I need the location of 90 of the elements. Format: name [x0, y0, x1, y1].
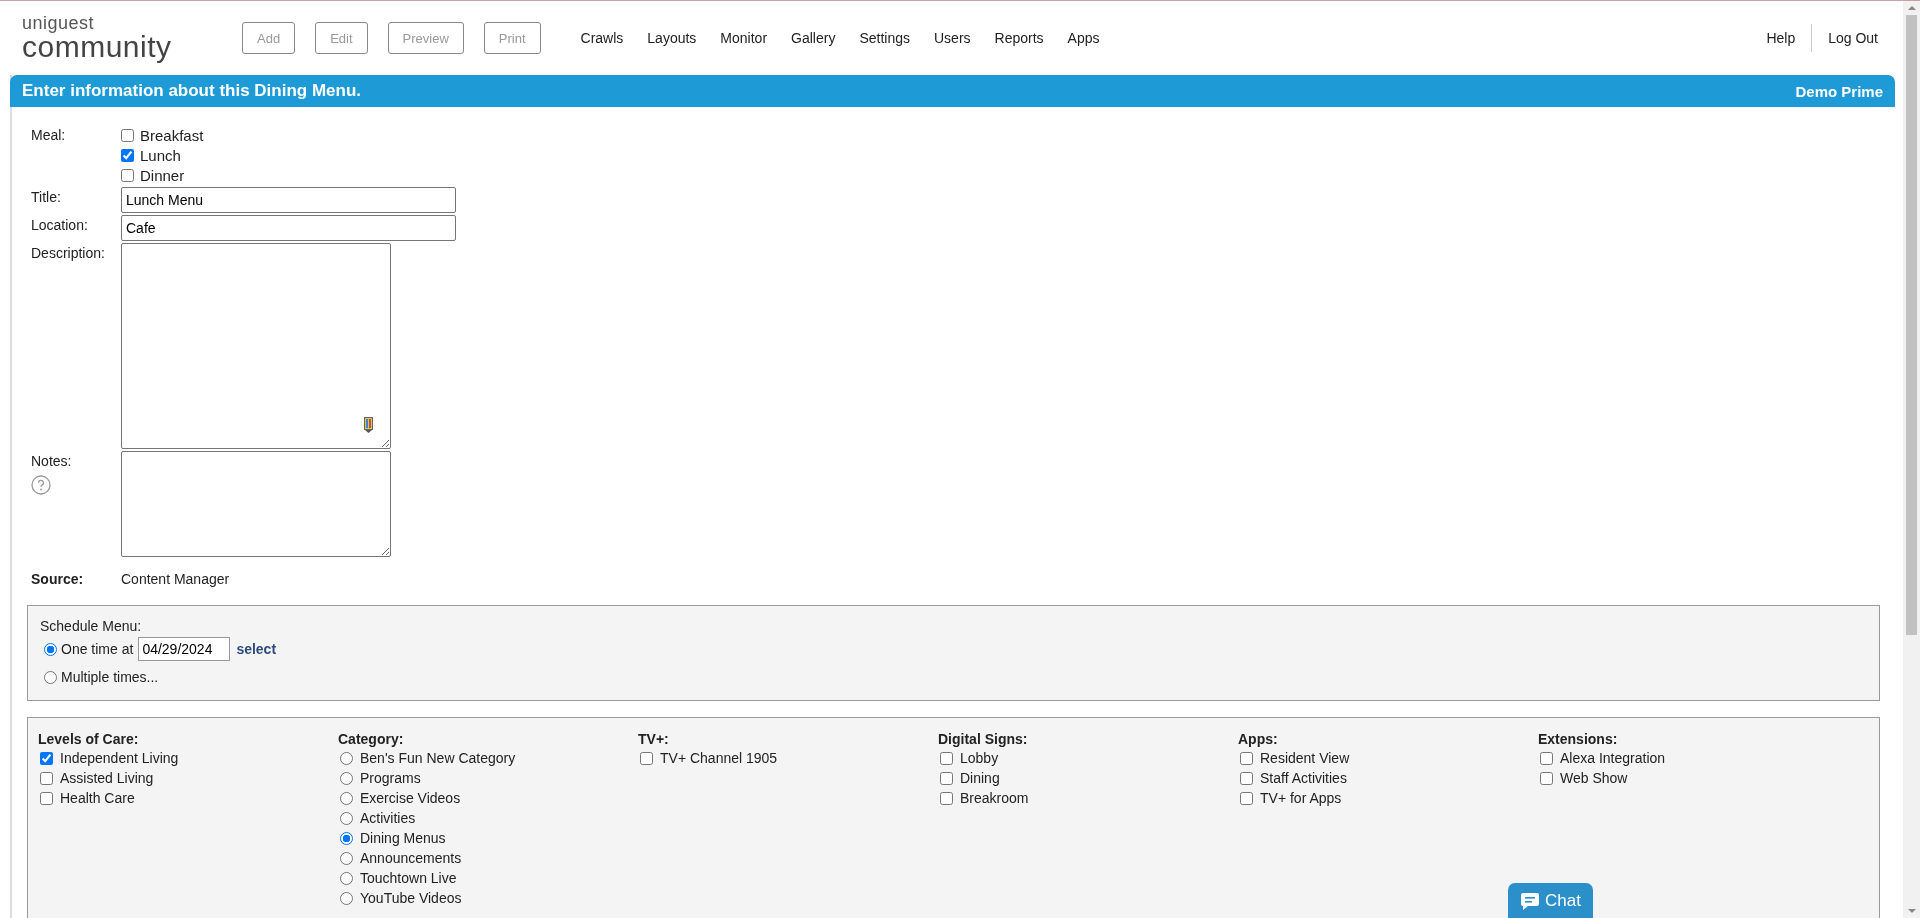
checkbox[interactable] — [940, 791, 953, 805]
checkbox[interactable] — [940, 751, 953, 765]
nav-link[interactable]: Reports — [994, 30, 1044, 46]
checkbox[interactable] — [1240, 791, 1253, 805]
checkbox-label: Breakfast — [140, 126, 204, 144]
radio-button[interactable] — [340, 831, 353, 845]
checkbox[interactable] — [640, 751, 653, 765]
group-title: Apps: — [1238, 730, 1279, 748]
radio-label: Ben's Fun New Category — [360, 750, 516, 766]
checkbox-label: Web Show — [1560, 770, 1628, 786]
checkbox[interactable] — [40, 751, 53, 765]
radio-label: Announcements — [360, 850, 462, 866]
field-label: Title: — [31, 188, 62, 207]
select-link[interactable]: select — [236, 641, 277, 657]
checkbox-label: Alexa Integration — [1560, 750, 1666, 766]
radio-button[interactable] — [340, 771, 353, 785]
field-label: Location: — [31, 216, 89, 235]
checkbox[interactable] — [1240, 771, 1253, 785]
radio-label: Touchtown Live — [360, 870, 457, 886]
notes-field[interactable] — [121, 451, 391, 557]
scrollbar[interactable] — [1903, 1, 1920, 918]
checkbox[interactable] — [40, 791, 53, 805]
checkbox-label: Breakroom — [960, 790, 1029, 806]
checkbox-label: TV+ Channel 1905 — [660, 750, 778, 766]
radio-label: Multiple times... — [61, 669, 159, 685]
checkbox-label: Lunch — [140, 146, 181, 164]
radio-button[interactable] — [340, 851, 353, 865]
checkbox[interactable] — [1540, 771, 1553, 785]
checkbox[interactable] — [121, 168, 134, 182]
field-label: Meal: — [31, 126, 67, 145]
chat-button[interactable]: Chat — [1508, 883, 1593, 918]
checkbox-label: Staff Activities — [1260, 770, 1347, 786]
checkbox-label: Dinner — [140, 166, 185, 184]
nav-link[interactable]: Settings — [859, 30, 910, 46]
nav-link[interactable]: Gallery — [791, 30, 836, 46]
nav-link[interactable]: Crawls — [580, 30, 624, 46]
group-title: Digital Signs: — [938, 730, 1029, 748]
nav-link[interactable]: Layouts — [647, 30, 697, 46]
checkbox[interactable] — [40, 771, 53, 785]
radio-button[interactable] — [44, 642, 57, 656]
radio-label: Activities — [360, 810, 416, 826]
nav-link[interactable]: Users — [934, 30, 971, 46]
group-title: Extensions: — [1538, 730, 1619, 748]
checkbox[interactable] — [1240, 751, 1253, 765]
field-label: Source: — [31, 570, 85, 589]
logo-wordmark: community — [22, 32, 173, 62]
group-title: TV+: — [638, 730, 670, 748]
radio-button[interactable] — [340, 811, 353, 825]
radio-label: Dining Menus — [360, 830, 446, 846]
checkbox-label: TV+ for Apps — [1260, 790, 1342, 806]
radio-label: Programs — [360, 770, 421, 786]
checkbox-label: Lobby — [960, 750, 999, 766]
header-link[interactable]: Log Out — [1828, 30, 1878, 46]
text-field[interactable]: Cafe — [121, 215, 456, 241]
radio-button[interactable] — [340, 751, 353, 765]
checkbox-label: Resident View — [1260, 750, 1350, 766]
nav-link[interactable]: Apps — [1067, 30, 1100, 46]
group-title: Category: — [338, 730, 405, 748]
description-field[interactable] — [121, 243, 391, 449]
group-title: Levels of Care: — [38, 730, 140, 748]
checkbox[interactable] — [121, 128, 134, 142]
nav-link[interactable]: Monitor — [720, 30, 768, 46]
logo-wordmark: uniguest — [22, 14, 96, 32]
help-icon[interactable] — [31, 475, 51, 495]
checkbox[interactable] — [121, 148, 134, 162]
banner-title: Enter information about this Dining Menu. — [22, 81, 362, 101]
field-label: Notes: — [31, 452, 72, 471]
checkbox[interactable] — [1540, 751, 1553, 765]
radio-label: YouTube Videos — [360, 890, 462, 906]
radio-button[interactable] — [340, 891, 353, 905]
radio-button[interactable] — [340, 791, 353, 805]
schedule-label: Schedule Menu: — [40, 618, 142, 634]
checkbox-label: Independent Living — [60, 750, 179, 766]
radio-label: One time at — [61, 641, 134, 657]
source-value: Content Manager — [121, 570, 231, 589]
checkbox-label: Dining — [960, 770, 1000, 786]
checkbox-label: Assisted Living — [60, 770, 154, 786]
chat-icon — [1520, 891, 1540, 911]
scrollbar-thumb[interactable] — [1906, 15, 1917, 635]
field-label: Description: — [31, 244, 106, 263]
header-link[interactable]: Help — [1766, 30, 1796, 46]
date-field[interactable]: 04/29/2024 — [138, 637, 231, 661]
text-field[interactable]: Lunch Menu — [121, 187, 456, 213]
radio-button[interactable] — [340, 871, 353, 885]
account-name: Demo Prime — [1795, 82, 1883, 100]
radio-button[interactable] — [44, 670, 57, 684]
pencil-icon[interactable] — [364, 417, 373, 433]
radio-label: Exercise Videos — [360, 790, 461, 806]
checkbox-label: Health Care — [60, 790, 135, 806]
checkbox[interactable] — [940, 771, 953, 785]
